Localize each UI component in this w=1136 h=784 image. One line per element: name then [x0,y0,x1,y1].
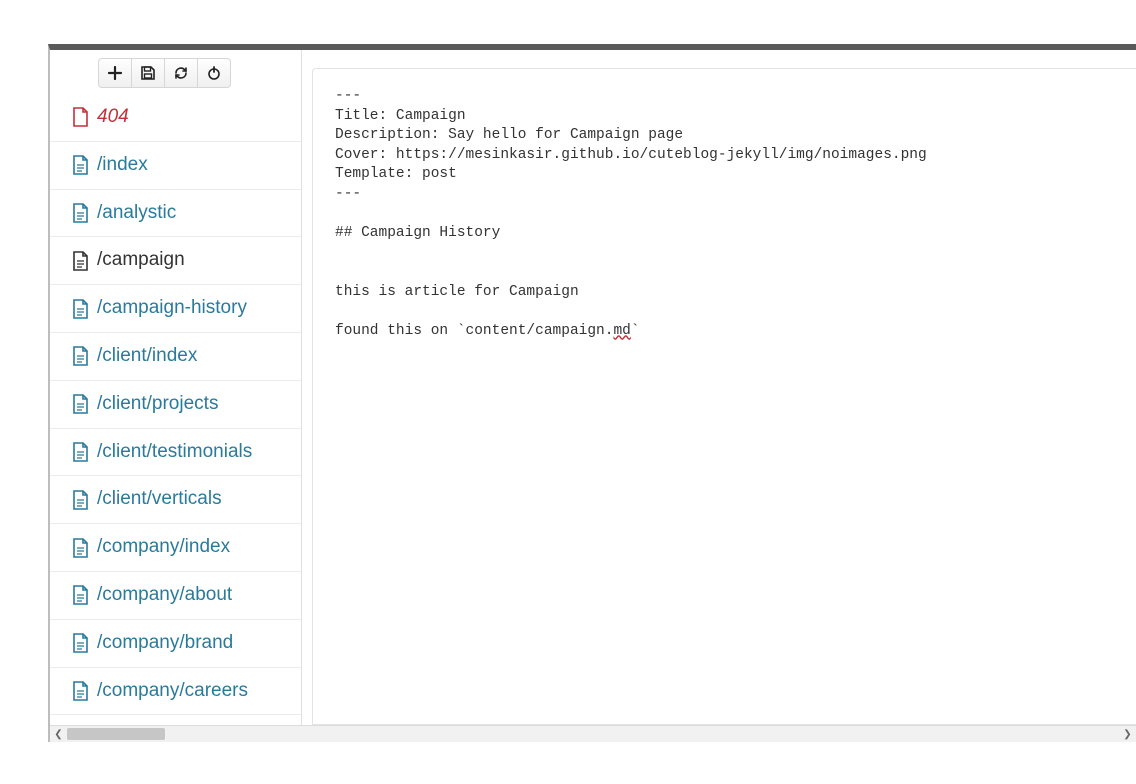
sidebar-item-label: /index [97,154,148,177]
sidebar-item-label: 404 [97,106,129,129]
new-button[interactable] [98,58,132,88]
sidebar-item-client-projects[interactable]: /client/projects [50,381,301,429]
file-icon [72,681,89,701]
sidebar-item-client-testimonials[interactable]: /client/testimonials [50,429,301,477]
sidebar-item-label: /company/brand [97,632,233,655]
sidebar-item-campaign-history[interactable]: /campaign-history [50,285,301,333]
sidebar-item-label: /company/careers [97,680,248,703]
file-icon [72,203,89,223]
file-icon [72,633,89,653]
power-button[interactable] [197,58,231,88]
sidebar-item-404[interactable]: 404 [50,94,301,142]
save-button[interactable] [131,58,165,88]
file-icon [72,251,89,271]
app-window: 404/index/analystic/campaign/campaign-hi… [48,44,1136,742]
content-editor[interactable]: --- Title: Campaign Description: Say hel… [312,68,1136,725]
sidebar-item-client-verticals[interactable]: /client/verticals [50,476,301,524]
sidebar-item-label: /client/projects [97,393,218,416]
file-icon [72,585,89,605]
sidebar: 404/index/analystic/campaign/campaign-hi… [50,50,302,725]
chevron-right-icon: ❯ [1123,729,1131,740]
sidebar-item-company-index[interactable]: /company/index [50,524,301,572]
sidebar-item-client-index[interactable]: /client/index [50,333,301,381]
file-icon [72,490,89,510]
sidebar-item-analystic[interactable]: /analystic [50,190,301,238]
refresh-icon [173,65,189,81]
power-icon [206,65,222,81]
save-icon [140,65,156,81]
sidebar-item-label: /company/index [97,536,230,559]
file-list[interactable]: 404/index/analystic/campaign/campaign-hi… [50,94,301,725]
sidebar-item-company-brand[interactable]: /company/brand [50,620,301,668]
file-icon [72,299,89,319]
sidebar-item-campaign[interactable]: /campaign [50,237,301,285]
file-icon [72,107,89,127]
file-icon [72,394,89,414]
chevron-left-icon: ❮ [54,729,62,740]
file-icon [72,155,89,175]
plus-icon [107,65,123,81]
refresh-button[interactable] [164,58,198,88]
sidebar-item-label: /analystic [97,202,176,225]
sidebar-item-label: /client/index [97,345,197,368]
scroll-right-button[interactable]: ❯ [1119,726,1136,742]
sidebar-item-label: /client/verticals [97,488,222,511]
scroll-thumb[interactable] [67,728,165,740]
editor-pane: --- Title: Campaign Description: Say hel… [302,50,1136,725]
sidebar-item-label: /campaign [97,249,185,272]
sidebar-item-company-about[interactable]: /company/about [50,572,301,620]
sidebar-item-label: /company/about [97,584,232,607]
sidebar-item-label: /client/testimonials [97,441,252,464]
horizontal-scrollbar[interactable]: ❮ ❯ [50,725,1136,742]
toolbar [50,50,301,94]
sidebar-item-label: /campaign-history [97,297,247,320]
scroll-left-button[interactable]: ❮ [50,726,67,742]
sidebar-item-index[interactable]: /index [50,142,301,190]
scroll-track[interactable] [67,726,1119,742]
file-icon [72,346,89,366]
sidebar-item-company-careers[interactable]: /company/careers [50,668,301,716]
file-icon [72,442,89,462]
file-icon [72,538,89,558]
app-body: 404/index/analystic/campaign/campaign-hi… [50,50,1136,725]
